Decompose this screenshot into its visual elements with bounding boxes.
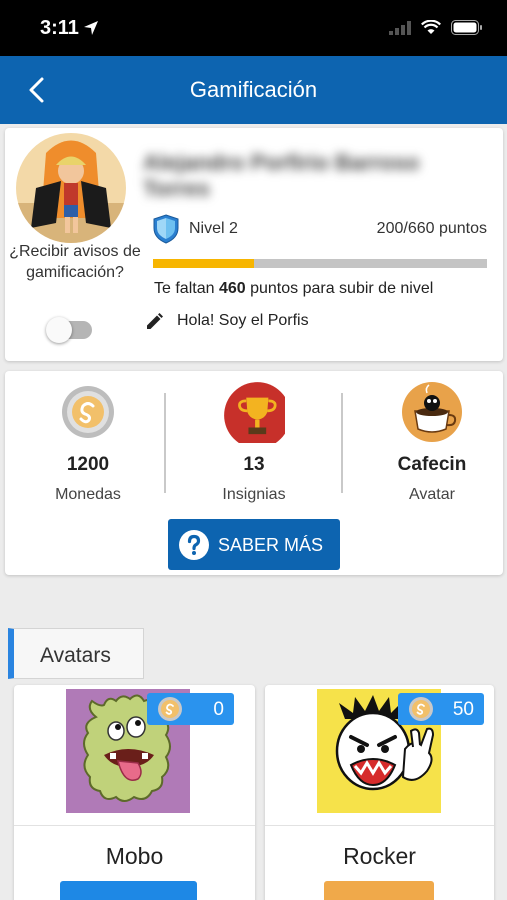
divider [164,393,166,493]
pencil-icon[interactable] [144,312,164,332]
status-bar: 3:11 [0,0,507,56]
price-value: 50 [452,699,474,720]
user-name: Alejandro Porfirio Barroso Torres [143,150,420,201]
coin-icon [158,697,182,721]
section-title: Avatars [40,644,111,667]
help-icon [179,530,209,560]
divider [341,393,343,493]
price-badge: 50 [398,693,484,725]
points-label: 200/660 puntos [376,220,487,237]
location-arrow-icon [84,21,98,35]
avatar-action-button[interactable] [324,881,434,900]
price-value: 0 [213,699,224,720]
stat-value: 13 [243,454,265,475]
nav-bar: Gamificación [0,56,507,124]
saber-mas-label: SABER MÁS [218,535,324,555]
wifi-icon [421,20,441,34]
missing-points: 460 [218,280,246,297]
stat-value: Cafecin [397,454,467,475]
profile-card: ¿Recibir avisos de gamificación? Alejand… [5,128,503,361]
avatar-card-rocker[interactable]: 50 Rocker [265,685,494,900]
status-time: 3:11 [40,17,79,39]
stat-label: Avatar [409,486,455,503]
notify-label: ¿Recibir avisos de gamificación? [9,243,141,281]
coffee-avatar-icon [402,382,462,442]
page-title: Gamificación [189,77,318,102]
trophy-icon [224,382,285,443]
stat-monedas: 1200 Monedas [5,371,171,511]
stats-card: 1200 Monedas 13 Insignias Cafecin Avatar [5,371,503,575]
battery-icon [451,20,482,35]
points-missing-text: Te faltan 460 puntos para subir de nivel [154,280,433,298]
notify-toggle[interactable] [46,317,92,343]
stat-label: Insignias [222,486,286,503]
profile-avatar[interactable] [16,133,126,243]
avatar-name: Rocker [343,843,416,869]
stat-value: 1200 [66,454,110,475]
shield-icon [153,214,179,244]
card-divider [14,825,255,826]
avatar-action-button[interactable] [60,881,197,900]
toggle-knob [46,317,72,343]
signal-icon [389,20,411,35]
level-label: Nivel 2 [189,220,238,237]
coin-icon [62,386,114,438]
level-progress-fill [153,259,255,268]
level-progress-bar [153,259,487,268]
status-icons [389,20,483,35]
saber-mas-button[interactable]: SABER MÁS [168,519,340,570]
coin-icon [409,697,433,721]
missing-prefix: Te faltan [154,280,219,297]
stat-label: Monedas [55,486,121,503]
stat-avatar: Cafecin Avatar [349,371,507,511]
card-divider [265,825,494,826]
missing-suffix: puntos para subir de nivel [245,280,434,297]
stat-insignias: 13 Insignias [171,371,337,511]
avatar-name: Mobo [105,843,164,869]
price-badge: 0 [147,693,234,725]
status-message: Hola! Soy el Porfis [177,312,309,329]
avatar-card-mobo[interactable]: 0 Mobo [14,685,255,900]
section-tab-avatars: Avatars [8,628,144,679]
